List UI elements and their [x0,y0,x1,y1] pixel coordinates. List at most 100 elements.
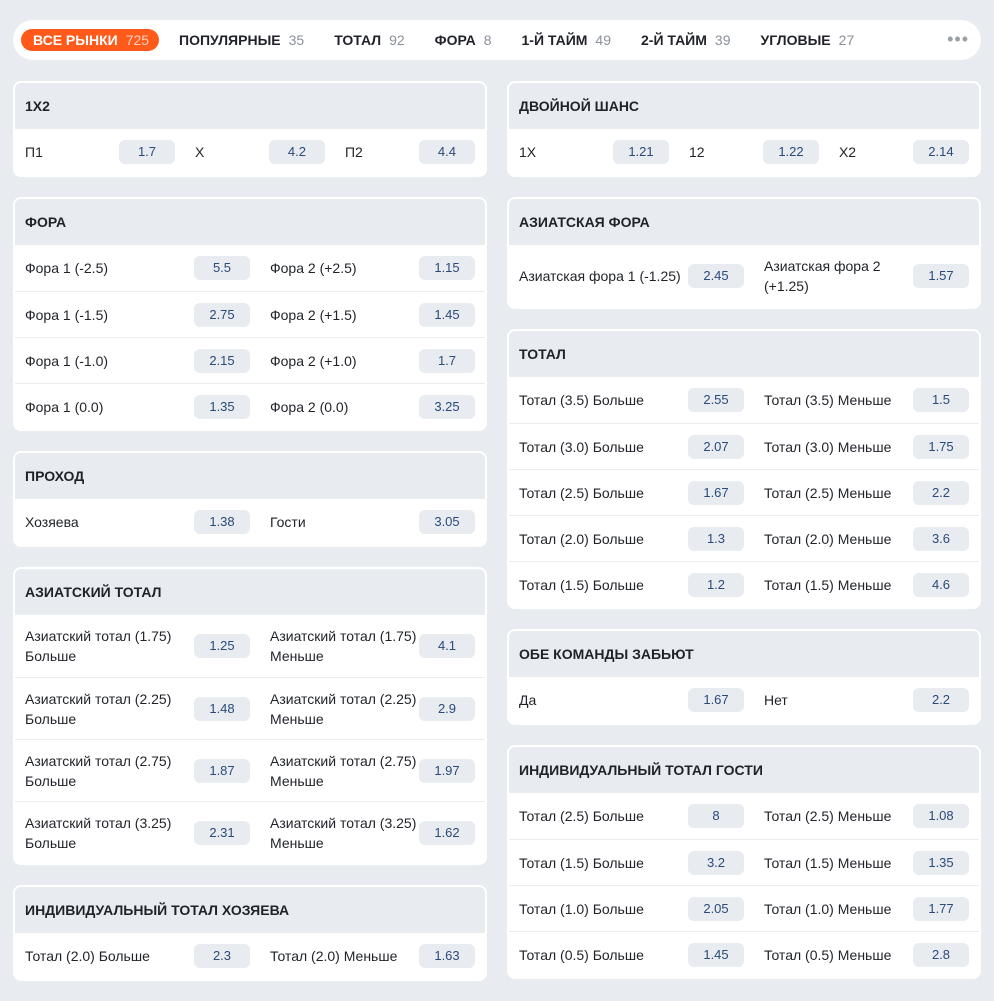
odds-button[interactable]: 1.87 [194,758,250,783]
outcome-label: Да [519,692,537,708]
tab-market-filter[interactable]: ВСЕ РЫНКИ 725 [21,29,160,51]
odds-button[interactable]: 1.38 [194,510,250,534]
market-card: 1X2 П1 1.7 X 4.2 П2 4.4 [13,81,487,177]
odds-button[interactable]: 1.67 [688,480,744,505]
odds-button[interactable]: 1.15 [419,256,475,280]
tab-label: 1-Й ТАЙМ [521,32,588,48]
outcome-label: Тотал (1.5) Меньше [764,576,892,593]
outcome-cell: Азиатский тотал (2.25) Больше 1.48 [25,689,250,729]
odds-button[interactable]: 1.45 [419,302,475,327]
odds-button[interactable]: 1.97 [419,758,475,783]
outcome-cell: Тотал (2.5) Меньше 1.08 [744,804,969,828]
tab-market-filter[interactable]: 1-Й ТАЙМ 49 [522,20,611,60]
tab-count-badge: 8 [483,32,492,48]
outcome-cell: Тотал (2.5) Больше 8 [519,804,744,828]
more-menu-icon[interactable]: ••• [947,30,969,48]
market-title: ТОТАЛ [509,331,979,377]
odds-button[interactable]: 2.3 [194,944,250,968]
odds-button[interactable]: 1.48 [194,696,250,721]
outcome-cell: Фора 2 (+1.0) 1.7 [250,348,475,373]
odds-button[interactable]: 8 [688,804,744,828]
outcome-cell: Азиатский тотал (3.25) Больше 2.31 [25,813,250,853]
outcome-cell: Азиатский тотал (2.25) Меньше 2.9 [250,689,475,729]
odds-button[interactable]: 1.7 [118,140,175,164]
odds-button[interactable]: 1.35 [194,394,250,419]
outcome-label: Азиатский тотал (2.75) Больше [25,752,172,789]
odds-button[interactable]: 2.9 [419,696,475,721]
outcome-label: Нет [764,692,788,708]
odds-button[interactable]: 1.57 [913,264,969,288]
outcome-row: Азиатский тотал (2.75) Больше 1.87 Азиатск… [15,739,485,801]
odds-button[interactable]: 1.67 [688,688,744,712]
odds-button[interactable]: 1.3 [688,526,744,551]
odds-button[interactable]: 2.8 [913,942,969,967]
outcome-row: Тотал (1.5) Больше 1.2 Тотал (1.5) Меньше 4… [509,561,979,607]
outcome-label: П2 [344,144,363,160]
odds-button[interactable]: 2.14 [912,140,969,164]
outcome-row: Хозяева 1.38 Гости 3.05 [15,499,485,545]
odds-button[interactable]: 1.25 [194,634,250,658]
outcome-cell: Фора 1 (0.0) 1.35 [25,394,250,419]
outcome-label: Тотал (0.5) Больше [519,946,644,963]
market-card: ИНДИВИДУАЛЬНЫЙ ТОТАЛ ГОСТИ Тотал (2.5) Бо… [507,745,981,979]
market-outcomes: Фора 1 (-2.5) 5.5 Фора 2 (+2.5) 1.15 Фора 1 … [15,245,485,429]
market-tabs: ВСЕ РЫНКИ 725 ПОПУЛЯРНЫЕ 35 ТОТАЛ 92 ФОРА 8 1-Й … [13,20,981,60]
odds-button[interactable]: 2.31 [194,820,250,845]
market-outcomes: Да 1.67 Нет 2.2 [509,677,979,723]
odds-button[interactable]: 4.2 [268,140,325,164]
odds-button[interactable]: 4.4 [418,140,475,164]
odds-button[interactable]: 3.2 [688,850,744,875]
market-card: ДВОЙНОЙ ШАНС 1X 1.21 12 1.22 X2 2.14 [507,81,981,177]
odds-button[interactable]: 1.22 [762,140,819,164]
market-title: ДВОЙНОЙ ШАНС [509,83,979,129]
odds-button[interactable]: 1.7 [419,348,475,373]
outcome-cell: Тотал (1.5) Меньше 1.35 [744,850,969,875]
odds-button[interactable]: 1.08 [913,804,969,828]
odds-button[interactable]: 3.6 [913,526,969,551]
odds-button[interactable]: 2.2 [913,480,969,505]
outcome-label: Азиатская фора 1 (-1.25) [519,268,681,284]
tab-label: ФОРА [434,32,476,48]
odds-button[interactable]: 2.05 [688,896,744,921]
odds-button[interactable]: 4.6 [913,572,969,597]
odds-button[interactable]: 2.45 [688,264,744,288]
odds-button[interactable]: 1.63 [419,944,475,968]
odds-button[interactable]: 1.2 [688,572,744,597]
odds-button[interactable]: 5.5 [194,256,250,280]
outcome-cell: Тотал (2.5) Меньше 2.2 [744,480,969,505]
tab-market-filter[interactable]: 2-Й ТАЙМ 39 [641,20,730,60]
odds-button[interactable]: 2.2 [913,688,969,712]
outcome-label: Тотал (2.5) Меньше [764,808,892,824]
odds-button[interactable]: 3.05 [419,510,475,534]
odds-button[interactable]: 1.21 [612,140,669,164]
odds-button[interactable]: 1.75 [913,434,969,459]
odds-button[interactable]: 1.45 [688,942,744,967]
outcome-row: Тотал (1.5) Больше 3.2 Тотал (1.5) Меньше 1… [509,839,979,885]
odds-button[interactable]: 2.55 [688,388,744,412]
outcome-label: Азиатский тотал (2.75) Меньше [270,752,417,789]
odds-button[interactable]: 2.75 [194,302,250,327]
outcome-label: Тотал (2.0) Меньше [270,948,398,964]
outcome-cell: Тотал (0.5) Больше 1.45 [519,942,744,967]
odds-button[interactable]: 2.07 [688,434,744,459]
outcome-row: Тотал (3.5) Больше 2.55 Тотал (3.5) Меньше… [509,377,979,423]
outcome-row: Тотал (2.5) Больше 8 Тотал (2.5) Меньше 1.0… [509,793,979,839]
tab-market-filter[interactable]: ТОТАЛ 92 [334,20,404,60]
outcome-cell: П1 1.7 [25,140,175,164]
odds-button[interactable]: 1.77 [913,896,969,921]
outcome-cell: Тотал (1.0) Меньше 1.77 [744,896,969,921]
odds-button[interactable]: 1.5 [913,388,969,412]
odds-button[interactable]: 4.1 [419,634,475,658]
outcome-cell: Фора 1 (-1.5) 2.75 [25,302,250,327]
tab-market-filter[interactable]: ФОРА 8 [435,20,492,60]
market-card: ОБЕ КОМАНДЫ ЗАБЬЮТ Да 1.67 Нет 2.2 [507,629,981,725]
outcome-cell: Тотал (2.0) Меньше 1.63 [250,944,475,968]
odds-button[interactable]: 2.15 [194,348,250,373]
odds-button[interactable]: 3.25 [419,394,475,419]
odds-button[interactable]: 1.62 [419,820,475,845]
tab-count-badge: 49 [595,32,611,48]
odds-button[interactable]: 1.35 [913,850,969,875]
outcome-cell: 12 1.22 [669,140,819,164]
tab-market-filter[interactable]: УГЛОВЫЕ 27 [760,20,854,60]
tab-market-filter[interactable]: ПОПУЛЯРНЫЕ 35 [179,20,304,60]
